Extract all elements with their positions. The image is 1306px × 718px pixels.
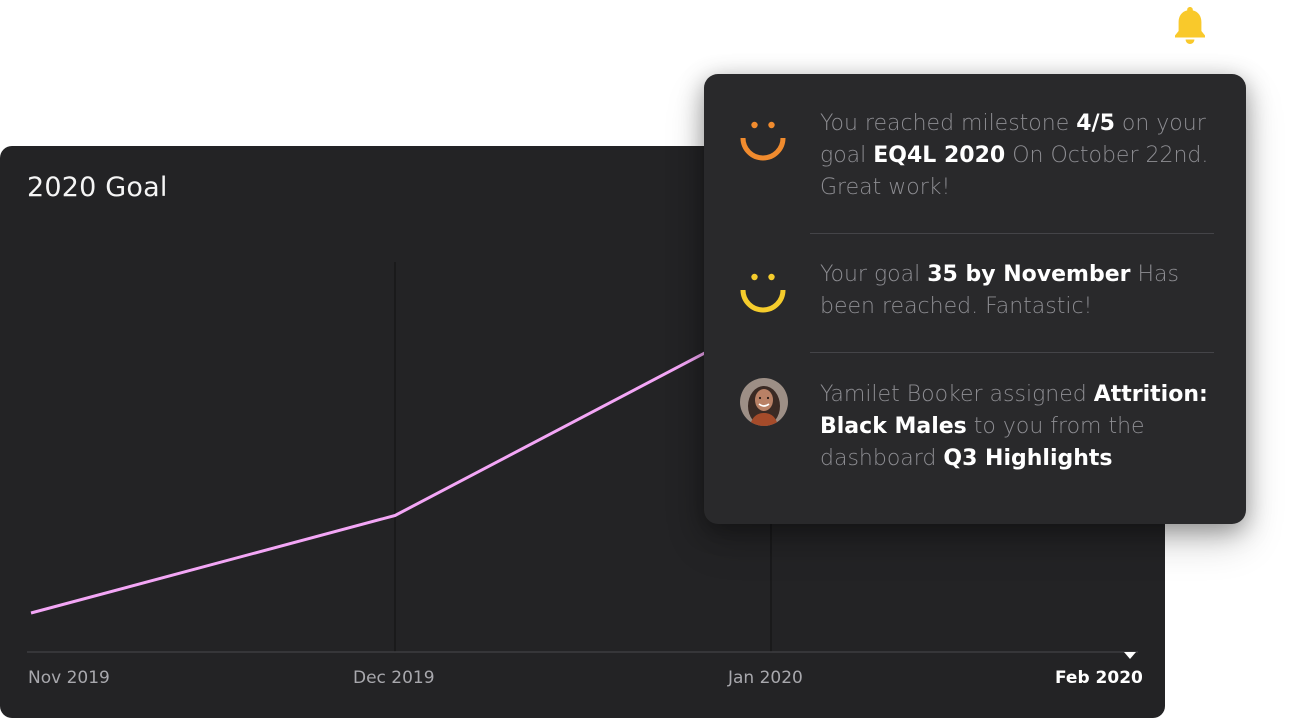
- stage: 2020 Goal Nov 2019 Dec 2019 Jan 2020 Feb…: [0, 0, 1306, 718]
- x-tick-label: Jan 2020: [728, 668, 803, 688]
- notification-item[interactable]: You reached milestone 4/5 on your goal E…: [704, 104, 1246, 234]
- x-tick-label: Nov 2019: [28, 668, 110, 688]
- notification-text: Yamilet Booker assigned Attrition: Black…: [820, 382, 1208, 471]
- notification-text: Your goal 35 by November Has been reache…: [820, 262, 1179, 319]
- x-tick-label-active[interactable]: Feb 2020: [1055, 668, 1143, 688]
- notification-item[interactable]: Yamilet Booker assigned Attrition: Black…: [704, 376, 1246, 496]
- series-line: [30, 346, 716, 615]
- x-tick-label: Dec 2019: [353, 668, 435, 688]
- chart-title: 2020 Goal: [27, 172, 168, 203]
- divider: [810, 352, 1214, 353]
- divider: [810, 233, 1214, 234]
- notification-item[interactable]: Your goal 35 by November Has been reache…: [704, 256, 1246, 346]
- timeline-marker[interactable]: [1124, 652, 1136, 659]
- smiley-orange-icon: [738, 114, 788, 164]
- notification-text: You reached milestone 4/5 on your goal E…: [820, 111, 1209, 200]
- avatar: [740, 378, 788, 426]
- smiley-yellow-icon: [738, 266, 788, 316]
- notifications-panel: You reached milestone 4/5 on your goal E…: [704, 74, 1246, 524]
- bell-icon[interactable]: [1170, 4, 1210, 46]
